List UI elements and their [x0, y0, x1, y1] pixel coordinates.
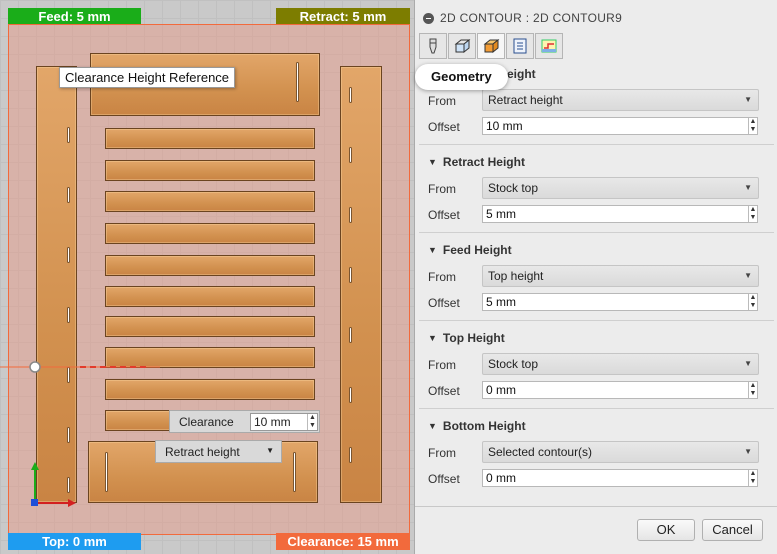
collapse-icon[interactable] [423, 12, 434, 24]
select-value: Selected contour(s) [488, 445, 593, 459]
tab-passes[interactable] [506, 33, 534, 59]
retract-from-select[interactable]: Stock top ▼ [482, 177, 759, 199]
from-label: From [428, 270, 456, 284]
triangle-down-icon: ▼ [428, 245, 437, 255]
from-label: From [428, 446, 456, 460]
geometry-icon [454, 38, 471, 54]
dialog-header: 2D CONTOUR : 2D CONTOUR9 [415, 7, 777, 29]
3d-viewport[interactable]: Feed: 5 mm Retract: 5 mm Clearance Heigh… [0, 0, 414, 554]
offset-label: Offset [428, 120, 460, 134]
passes-icon [513, 38, 527, 54]
tab-strip [419, 33, 564, 59]
clearance-height-tooltip: Clearance Height Reference [59, 67, 236, 88]
offset-stepper[interactable]: ▲ ▼ [748, 294, 757, 310]
chevron-down-icon: ▼ [744, 183, 752, 192]
triangle-down-icon: ▼ [428, 157, 437, 167]
triangle-down-icon: ▼ [428, 333, 437, 343]
chevron-down-icon: ▼ [744, 271, 752, 280]
section-title[interactable]: ▼ Top Height [428, 329, 505, 347]
clearance-offset-input[interactable]: 10 mm ▲ ▼ [482, 117, 758, 135]
offset-label: Offset [428, 296, 460, 310]
bottom-from-select[interactable]: Selected contour(s) ▼ [482, 441, 759, 463]
clearance-hud-label: Clearance [179, 415, 234, 429]
cancel-button[interactable]: Cancel [702, 519, 763, 541]
from-label: From [428, 94, 456, 108]
tool-icon [429, 38, 437, 54]
tab-tooltip-geometry: Geometry [415, 64, 508, 90]
clearance-hud: Clearance 10 mm ▲ ▼ [169, 410, 320, 433]
reference-hud-select[interactable]: Retract height ▼ [155, 440, 282, 463]
select-value: Retract height [488, 93, 563, 107]
tab-geometry[interactable] [448, 33, 476, 59]
from-label: From [428, 182, 456, 196]
offset-stepper[interactable]: ▲ ▼ [748, 470, 757, 486]
section-divider [419, 232, 774, 233]
section-title-label: Feed Height [442, 243, 512, 257]
offset-stepper[interactable]: ▲ ▼ [748, 382, 757, 398]
retract-offset-input[interactable]: 5 mm ▲ ▼ [482, 205, 758, 223]
section-title-label: Bottom Height [442, 419, 526, 433]
offset-label: Offset [428, 472, 460, 486]
triangle-down-icon: ▼ [428, 421, 437, 431]
linking-icon [541, 39, 557, 53]
offset-label: Offset [428, 208, 460, 222]
section-title[interactable]: ▼ Bottom Height [428, 417, 526, 435]
top-from-select[interactable]: Stock top ▼ [482, 353, 759, 375]
select-value: Stock top [488, 357, 539, 371]
clearance-hud-value: 10 mm [254, 415, 291, 429]
section-title[interactable]: eight [507, 65, 536, 83]
section-title-label: eight [507, 67, 536, 81]
footer-divider [415, 506, 777, 507]
input-value: 10 mm [486, 119, 523, 133]
clearance-from-select[interactable]: Retract height ▼ [482, 89, 759, 111]
section-divider [419, 408, 774, 409]
section-title[interactable]: ▼ Retract Height [428, 153, 525, 171]
section-title-label: Retract Height [442, 155, 525, 169]
dialog-title: 2D CONTOUR : 2D CONTOUR9 [440, 11, 623, 25]
chevron-down-icon: ▼ [266, 446, 274, 455]
tab-tool[interactable] [419, 33, 447, 59]
clearance-height-flag: Clearance: 15 mm [276, 533, 410, 550]
input-value: 5 mm [486, 207, 516, 221]
heights-icon [483, 38, 500, 54]
chevron-down-icon: ▼ [744, 359, 752, 368]
from-label: From [428, 358, 456, 372]
chevron-down-icon: ▼ [744, 95, 752, 104]
reference-hud-value: Retract height [165, 445, 240, 459]
top-height-flag: Top: 0 mm [8, 533, 141, 550]
section-divider [419, 144, 774, 145]
ok-button[interactable]: OK [637, 519, 695, 541]
input-value: 5 mm [486, 295, 516, 309]
input-value: 0 mm [486, 471, 516, 485]
tab-linking[interactable] [535, 33, 563, 59]
offset-stepper[interactable]: ▲ ▼ [748, 118, 757, 134]
feed-from-select[interactable]: Top height ▼ [482, 265, 759, 287]
offset-stepper[interactable]: ▲ ▼ [748, 206, 757, 222]
operation-dialog: 2D CONTOUR : 2D CONTOUR9 Geometry eight … [414, 0, 777, 554]
offset-label: Offset [428, 384, 460, 398]
clearance-hud-input[interactable]: 10 mm ▲ ▼ [250, 413, 318, 431]
section-title-label: Top Height [442, 331, 505, 345]
input-value: 0 mm [486, 383, 516, 397]
top-offset-input[interactable]: 0 mm ▲ ▼ [482, 381, 758, 399]
section-divider [419, 320, 774, 321]
select-value: Stock top [488, 181, 539, 195]
clearance-hud-stepper[interactable]: ▲ ▼ [307, 414, 317, 430]
select-value: Top height [488, 269, 544, 283]
chevron-down-icon: ▼ [744, 447, 752, 456]
tab-heights[interactable] [477, 33, 505, 59]
section-title[interactable]: ▼ Feed Height [428, 241, 512, 259]
feed-offset-input[interactable]: 5 mm ▲ ▼ [482, 293, 758, 311]
bottom-offset-input[interactable]: 0 mm ▲ ▼ [482, 469, 758, 487]
